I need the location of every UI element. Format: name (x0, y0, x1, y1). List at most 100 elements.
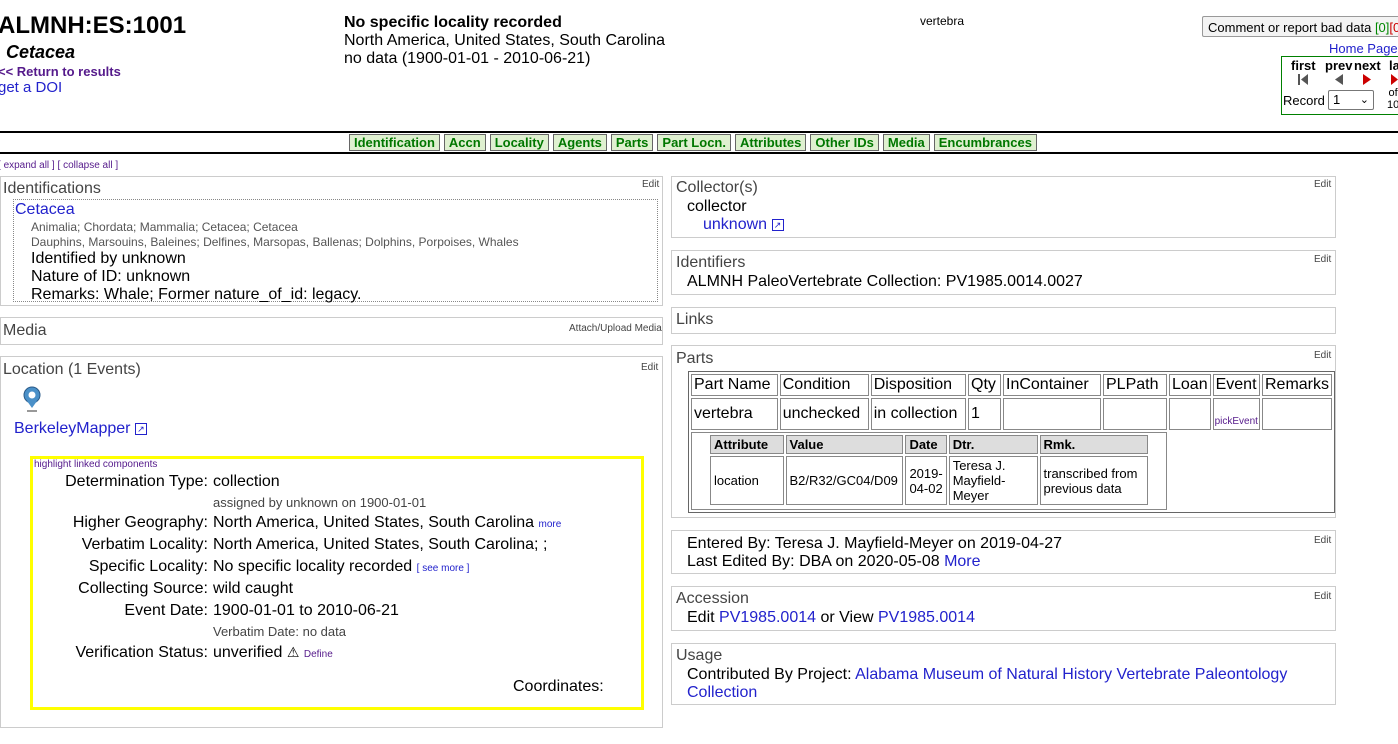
taxon-classification: Animalia; Chordata; Mammalia; Cetacea; C… (31, 220, 298, 234)
record-navigator: first prev next last Record 1⌄ of10 (1281, 56, 1398, 115)
header-locality: No specific locality recorded North Amer… (344, 14, 665, 68)
media-title: Media (3, 322, 47, 339)
highlight-linked-link[interactable]: highlight linked components (34, 459, 157, 470)
identifiers-title: Identifiers (676, 254, 746, 271)
comment-report-button[interactable]: Comment or report bad data [0][0] (1202, 16, 1398, 37)
tab-locality[interactable]: Locality (489, 134, 549, 151)
attr-remark: transcribed from previous data (1039, 456, 1148, 505)
attr-col-header: Dtr. (948, 435, 1038, 454)
part-plpath (1103, 398, 1167, 430)
parts-col-header: Remarks (1261, 374, 1332, 396)
expand-collapse-controls: [ expand all ] [ collapse all ] (0, 160, 119, 171)
pick-event-link[interactable]: pickEvent (1215, 416, 1258, 427)
location-edit-link[interactable]: Edit (641, 362, 658, 373)
verification-define-link[interactable]: Define (304, 649, 333, 660)
accession-edit-number-link[interactable]: PV1985.0014 (719, 609, 816, 626)
last-edited: Last Edited By: DBA on 2020-05-08 More (687, 553, 981, 570)
home-page-link[interactable]: Home Page (1329, 41, 1398, 56)
attr-col-header: Rmk. (1039, 435, 1148, 454)
specific-locality-see-more-link[interactable]: [ see more ] (417, 563, 470, 574)
collector-agent-link[interactable]: unknown ↗ (703, 216, 784, 234)
identification-taxon-link[interactable]: Cetacea (15, 201, 75, 219)
nav-next[interactable]: next (1354, 58, 1381, 73)
identifications-title: Identifications (3, 180, 101, 197)
identifiers-section: Identifiers Edit ALMNH PaleoVertebrate C… (671, 250, 1336, 295)
collectors-section: Collector(s) Edit collector unknown ↗ (671, 176, 1336, 238)
nav-prev[interactable]: prev (1325, 58, 1352, 73)
expand-all-link[interactable]: expand all (4, 160, 50, 171)
identifications-section: Identifications Edit Cetacea Animalia; C… (0, 176, 663, 306)
chevron-down-icon: ⌄ (1359, 94, 1369, 106)
record-select[interactable]: 1 ⌄ (1328, 90, 1374, 110)
part-attributes-row: Attribute Value Date Dtr. Rmk. location B2/R… (691, 432, 1332, 510)
comment-count: [0] (1374, 20, 1390, 35)
tab-other-ids[interactable]: Other IDs (810, 134, 879, 151)
usage-section: Usage Contributed By Project: Alabama Mu… (671, 643, 1336, 705)
identifiers-edit-link[interactable]: Edit (1314, 254, 1331, 265)
next-record-icon[interactable] (1362, 73, 1372, 86)
berkeleymapper-pin-icon[interactable] (22, 386, 42, 414)
part-condition: unchecked (779, 398, 869, 430)
parts-col-header: InContainer (1003, 374, 1101, 396)
parts-col-header: PLPath (1103, 374, 1167, 396)
external-link-icon: ↗ (134, 422, 147, 435)
parts-edit-link[interactable]: Edit (1314, 350, 1331, 361)
accession-view-number-link[interactable]: PV1985.0014 (878, 609, 975, 626)
part-attributes-table: Attribute Value Date Dtr. Rmk. location B2/R… (708, 433, 1150, 507)
attr-col-header: Date (905, 435, 947, 454)
entered-section: Edit Entered By: Teresa J. Mayfield-Meye… (671, 530, 1336, 574)
tab-attributes[interactable]: Attributes (734, 134, 807, 151)
bad-data-count: [0] (1389, 20, 1398, 35)
identifier-value: ALMNH PaleoVertebrate Collection: PV1985… (687, 273, 1083, 290)
tab-agents[interactable]: Agents (552, 134, 607, 151)
higher-geography-more-link[interactable]: more (539, 519, 562, 530)
parts-table: Part Name Condition Disposition Qty InContai… (688, 371, 1335, 513)
part-remarks (1261, 398, 1332, 430)
parts-col-header: Condition (779, 374, 869, 396)
usage-project: Contributed By Project: Alabama Museum o… (687, 666, 1288, 701)
tab-parts[interactable]: Parts (610, 134, 654, 151)
attach-media-link[interactable]: Attach/Upload Media (569, 323, 662, 334)
collectors-title: Collector(s) (676, 179, 758, 196)
location-section: Location (1 Events) Edit BerkeleyMapper … (0, 356, 663, 728)
part-disposition: in collection (870, 398, 967, 430)
tabbar-top-rule (0, 131, 1398, 133)
parts-header-row: Part Name Condition Disposition Qty InContai… (691, 374, 1332, 396)
nav-first[interactable]: first (1291, 58, 1316, 73)
collector-role: collector (687, 198, 747, 215)
tab-accn[interactable]: Accn (443, 134, 486, 151)
attr-header-row: Attribute Value Date Dtr. Rmk. (710, 435, 1148, 454)
collectors-edit-link[interactable]: Edit (1314, 179, 1331, 190)
record-total: of 10 (1387, 87, 1398, 111)
last-edited-more-link[interactable]: More (944, 553, 980, 570)
tab-media[interactable]: Media (882, 134, 930, 151)
last-record-icon[interactable] (1390, 73, 1398, 86)
parts-col-header: Part Name (691, 374, 778, 396)
parts-col-header: Disposition (870, 374, 967, 396)
tab-encumbrances[interactable]: Encumbrances (933, 134, 1037, 151)
accession-links: Edit PV1985.0014 or View PV1985.0014 (687, 609, 975, 626)
verbatim-date: Verbatim Date: no data (213, 624, 346, 639)
collapse-all-link[interactable]: collapse all (63, 160, 112, 171)
tabbar-bottom-rule (0, 152, 1398, 154)
prev-record-icon[interactable] (1334, 73, 1344, 86)
berkeleymapper-link[interactable]: BerkeleyMapper ↗ (14, 420, 147, 438)
parts-title: Parts (676, 350, 714, 367)
get-doi-link[interactable]: get a DOI (0, 79, 62, 96)
identifications-edit-link[interactable]: Edit (642, 179, 659, 190)
tab-identification[interactable]: Identification (349, 134, 440, 151)
header-dates: no data (1900-01-01 - 2010-06-21) (344, 50, 591, 67)
part-loan (1169, 398, 1211, 430)
entered-edit-link[interactable]: Edit (1314, 535, 1331, 546)
nav-last[interactable]: last (1389, 58, 1398, 73)
first-record-icon[interactable] (1297, 73, 1309, 86)
locality-title: No specific locality recorded (344, 14, 562, 31)
coordinates-label: Coordinates: (513, 678, 604, 695)
tab-part-locn[interactable]: Part Locn. (657, 134, 731, 151)
accession-edit-link[interactable]: Edit (1314, 591, 1331, 602)
attr-determiner: Teresa J. Mayfield-Meyer (948, 456, 1038, 505)
parts-section: Parts Edit Part Name Condition Disposition… (671, 345, 1336, 518)
return-to-results-link[interactable]: << Return to results (0, 64, 121, 79)
attr-date: 2019-04-02 (905, 456, 947, 505)
media-section: Media Attach/Upload Media (0, 317, 663, 345)
